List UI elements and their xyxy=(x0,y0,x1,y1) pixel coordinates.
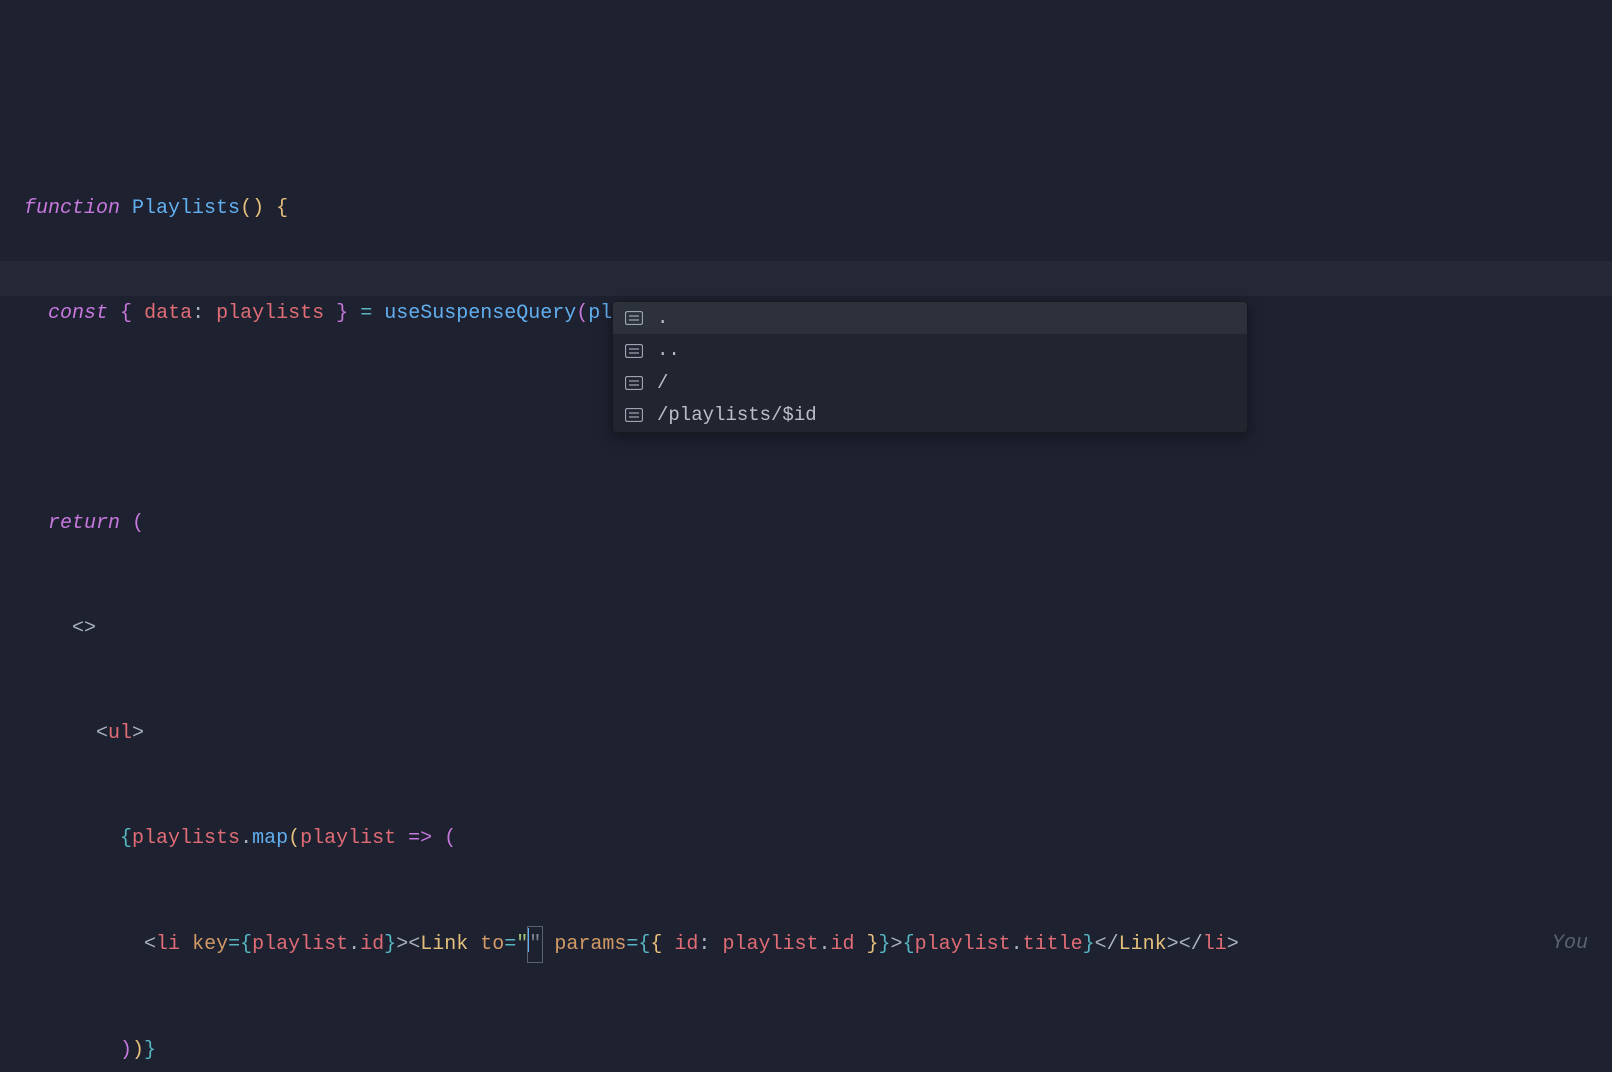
autocomplete-label: . xyxy=(657,303,668,333)
code-editor[interactable]: function Playlists() { const { data: pla… xyxy=(0,0,1612,1072)
autocomplete-popup[interactable]: . .. / /playlists/$id xyxy=(612,301,1248,433)
constant-icon xyxy=(623,407,645,424)
autocomplete-item[interactable]: / xyxy=(613,367,1247,399)
constant-icon xyxy=(623,374,645,391)
autocomplete-item[interactable]: /playlists/$id xyxy=(613,399,1247,431)
constant-icon xyxy=(623,342,645,359)
inline-hint: You xyxy=(1552,926,1588,961)
code-line: ))} xyxy=(24,1033,1612,1068)
code-line: <> xyxy=(24,611,1612,646)
code-line: <li key={playlist.id}><Link to="" params… xyxy=(24,926,1612,963)
code-line: function Playlists() { xyxy=(24,191,1612,226)
code-line: {playlists.map(playlist => ( xyxy=(24,821,1612,856)
autocomplete-label: / xyxy=(657,368,668,398)
autocomplete-item[interactable]: . xyxy=(613,302,1247,334)
constant-icon xyxy=(623,310,645,327)
code-line: <ul> xyxy=(24,716,1612,751)
autocomplete-label: /playlists/$id xyxy=(657,400,817,430)
autocomplete-item[interactable]: .. xyxy=(613,334,1247,366)
autocomplete-label: .. xyxy=(657,335,680,365)
